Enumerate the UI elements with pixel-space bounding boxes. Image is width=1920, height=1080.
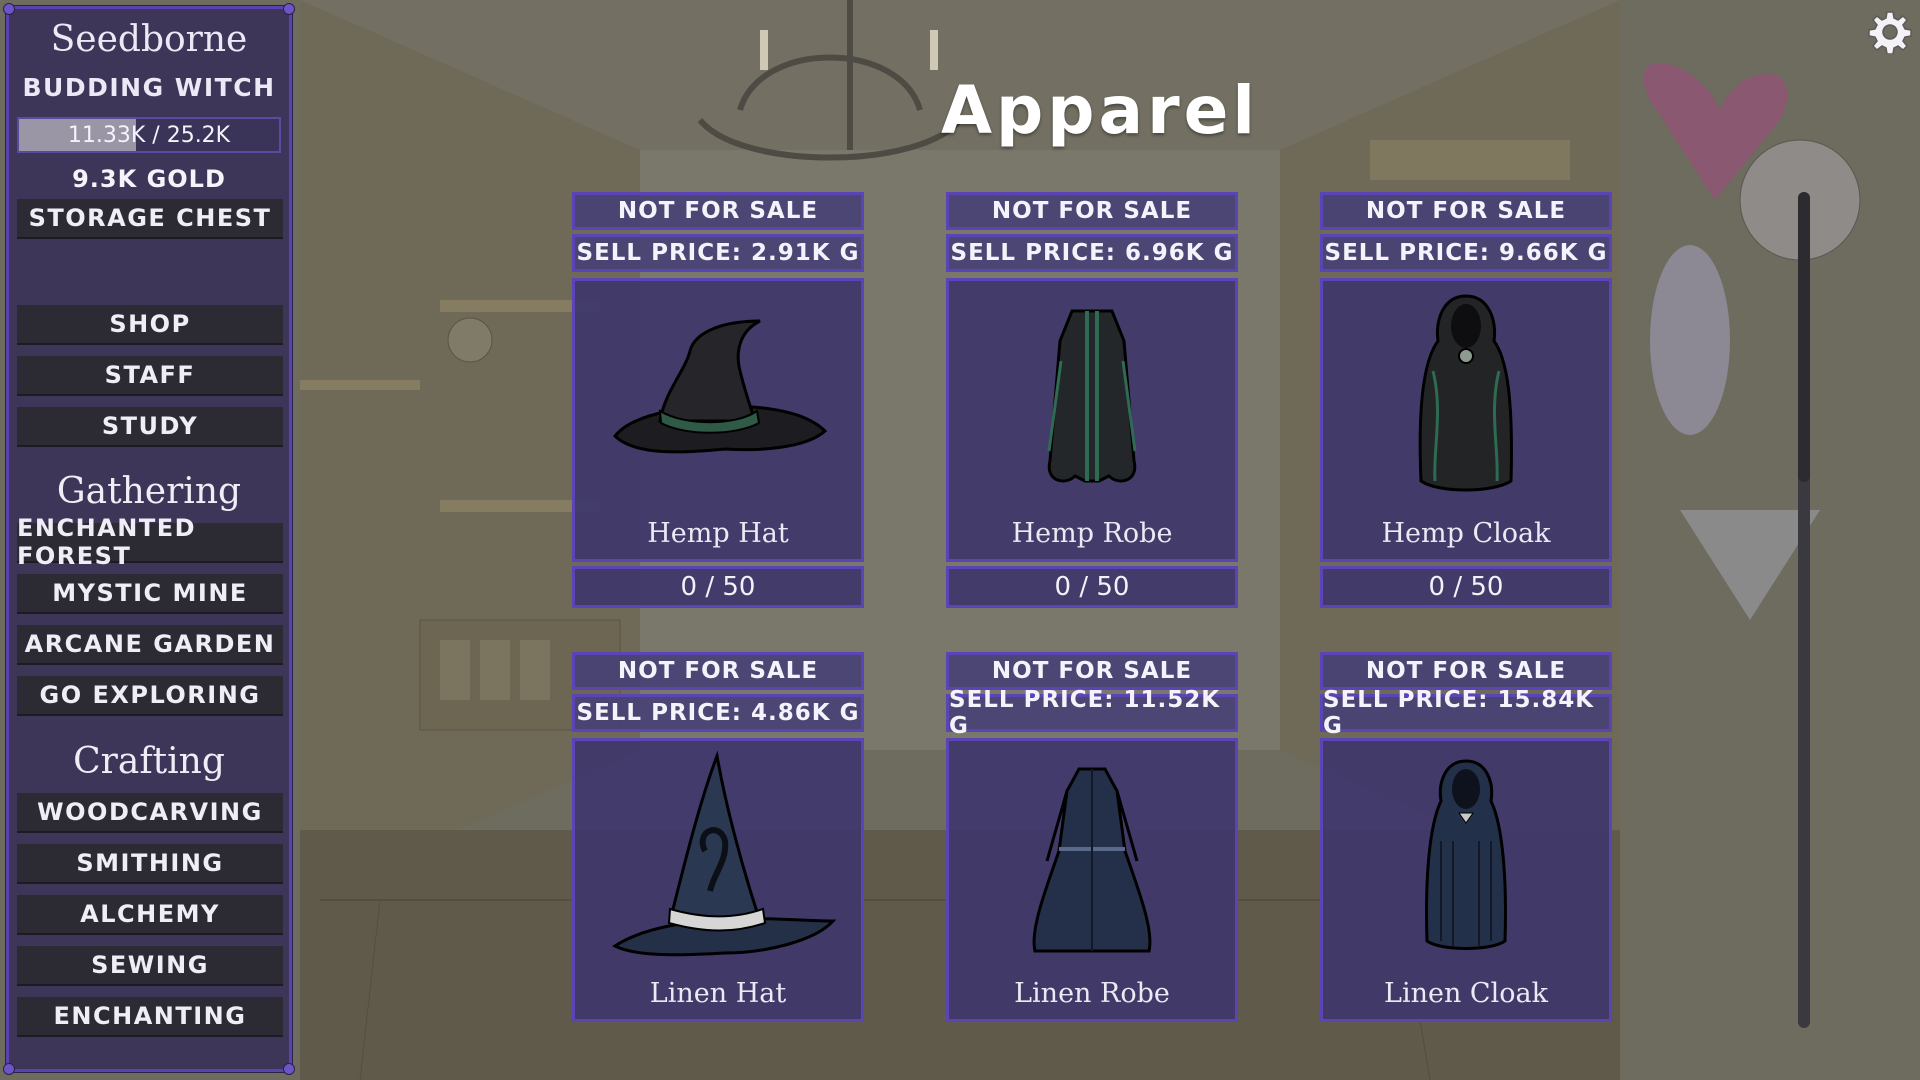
scrollbar-thumb[interactable] xyxy=(1798,192,1810,482)
frame-corner-ornament xyxy=(283,1063,295,1075)
frame-corner-ornament xyxy=(3,3,15,15)
sale-status-label: NOT FOR SALE xyxy=(572,652,864,690)
hooded-cloak-green-icon xyxy=(1418,294,1513,492)
item-name: Hemp Robe xyxy=(1011,518,1173,549)
witch-hat-black-icon xyxy=(612,319,828,454)
sell-price-label: SELL PRICE: 6.96K G xyxy=(946,234,1238,272)
sale-status-label: NOT FOR SALE xyxy=(572,192,864,230)
shop-button[interactable]: SHOP xyxy=(17,305,283,345)
xp-progress-text: 11.33K / 25.2K xyxy=(67,122,231,148)
sell-price-label: SELL PRICE: 4.86K G xyxy=(572,694,864,732)
player-rank: BUDDING WITCH xyxy=(22,73,276,102)
frame-corner-ornament xyxy=(3,1063,15,1075)
item-name: Linen Hat xyxy=(649,978,787,1009)
xp-progress-bar: 11.33K / 25.2K xyxy=(17,117,281,153)
item-panel[interactable]: Linen Cloak xyxy=(1320,738,1612,1022)
sell-price-label: SELL PRICE: 11.52K G xyxy=(946,687,1238,739)
item-panel[interactable]: Hemp Hat xyxy=(572,278,864,562)
item-panel[interactable]: Hemp Robe xyxy=(946,278,1238,562)
gown-blue-icon xyxy=(1032,767,1152,953)
item-name: Linen Robe xyxy=(1014,978,1170,1009)
item-quantity: 0 / 50 xyxy=(1320,566,1612,608)
player-name: Seedborne xyxy=(50,19,248,60)
woodcarving-button[interactable]: WOODCARVING xyxy=(17,793,283,833)
gold-amount: 9.3K GOLD xyxy=(72,165,226,193)
storage-chest-button[interactable]: STORAGE CHEST xyxy=(17,199,283,239)
staff-button[interactable]: STAFF xyxy=(17,356,283,396)
hooded-cloak-blue-icon xyxy=(1425,759,1507,950)
gear-icon[interactable] xyxy=(1868,10,1912,54)
item-panel[interactable]: Linen Robe xyxy=(946,738,1238,1022)
crafting-heading: Crafting xyxy=(73,741,225,782)
enchanting-button[interactable]: ENCHANTING xyxy=(17,997,283,1037)
sale-status-label: NOT FOR SALE xyxy=(946,192,1238,230)
sell-price-label: SELL PRICE: 2.91K G xyxy=(572,234,864,272)
gathering-heading: Gathering xyxy=(56,471,242,512)
item-quantity: 0 / 50 xyxy=(946,566,1238,608)
item-quantity: 0 / 50 xyxy=(572,566,864,608)
go-exploring-button[interactable]: GO EXPLORING xyxy=(17,676,283,716)
item-panel[interactable]: Linen Hat xyxy=(572,738,864,1022)
frame-corner-ornament xyxy=(283,3,295,15)
page-title: Apparel xyxy=(940,72,1260,149)
study-button[interactable]: STUDY xyxy=(17,407,283,447)
item-name: Hemp Hat xyxy=(647,518,789,549)
arcane-garden-button[interactable]: ARCANE GARDEN xyxy=(17,625,283,665)
sell-price-label: SELL PRICE: 9.66K G xyxy=(1320,234,1612,272)
robe-green-icon xyxy=(1047,309,1137,483)
sale-status-label: NOT FOR SALE xyxy=(1320,192,1612,230)
alchemy-button[interactable]: ALCHEMY xyxy=(17,895,283,935)
sewing-button[interactable]: SEWING xyxy=(17,946,283,986)
smithing-button[interactable]: SMITHING xyxy=(17,844,283,884)
mystic-mine-button[interactable]: MYSTIC MINE xyxy=(17,574,283,614)
sidebar-panel: Seedborne BUDDING WITCH 11.33K / 25.2K 9… xyxy=(3,3,295,1075)
item-name: Linen Cloak xyxy=(1384,978,1548,1009)
witch-hat-blue-icon xyxy=(612,750,837,957)
item-name: Hemp Cloak xyxy=(1381,518,1551,549)
enchanted-forest-button[interactable]: ENCHANTED FOREST xyxy=(17,514,283,570)
item-panel[interactable]: Hemp Cloak xyxy=(1320,278,1612,562)
sale-status-label: NOT FOR SALE xyxy=(946,652,1238,690)
sell-price-label: SELL PRICE: 15.84K G xyxy=(1320,687,1612,739)
sale-status-label: NOT FOR SALE xyxy=(1320,652,1612,690)
